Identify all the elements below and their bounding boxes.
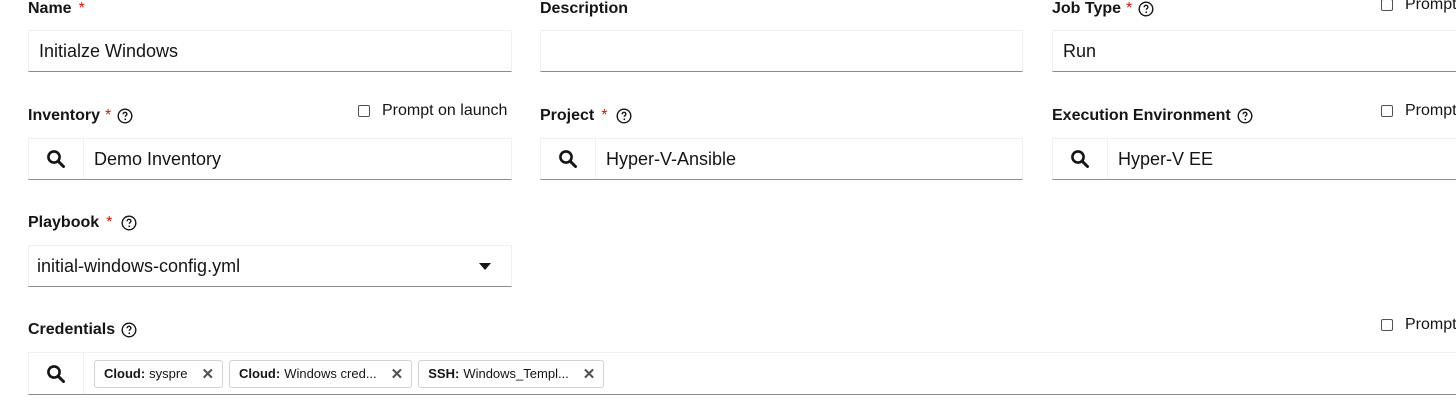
- job-type-label-text: Job Type: [1052, 0, 1122, 17]
- close-icon[interactable]: ✕: [391, 365, 404, 383]
- description-field[interactable]: [540, 30, 1023, 72]
- project-lookup[interactable]: Hyper-V-Ansible: [540, 138, 1023, 180]
- name-label: Name *: [28, 0, 85, 18]
- playbook-label: Playbook *: [28, 214, 137, 232]
- execution-environment-label: Execution Environment: [1052, 107, 1253, 125]
- question-circle-icon[interactable]: [1138, 1, 1154, 17]
- chip-kind: Cloud:: [239, 366, 281, 381]
- job-template-form: Name * Initialze Windows Description Job…: [0, 0, 1456, 410]
- chip-name: Windows cred...: [284, 366, 377, 381]
- playbook-label-text: Playbook: [28, 214, 100, 231]
- job-type-value: Run: [1063, 40, 1097, 61]
- checkbox[interactable]: [1381, 0, 1393, 11]
- search-icon[interactable]: [541, 139, 596, 179]
- inventory-lookup[interactable]: Demo Inventory: [28, 138, 512, 180]
- close-icon[interactable]: ✕: [583, 365, 596, 383]
- required-asterisk: *: [78, 0, 85, 17]
- inventory-prompt-checkbox[interactable]: Prompt on launch: [358, 102, 507, 120]
- description-label: Description: [540, 0, 628, 18]
- search-icon[interactable]: [29, 139, 84, 179]
- inventory-label: Inventory *: [28, 107, 133, 125]
- name-value: Initialze Windows: [39, 40, 179, 61]
- question-circle-icon[interactable]: [1237, 108, 1253, 124]
- search-icon[interactable]: [29, 353, 84, 394]
- credential-chip: Cloud: syspre ✕: [94, 359, 224, 388]
- job-type-label: Job Type *: [1052, 0, 1154, 18]
- chip-name: Windows_Templ...: [463, 366, 569, 381]
- execution-environment-lookup[interactable]: Hyper-V EE: [1052, 138, 1456, 180]
- checkbox[interactable]: [1381, 105, 1393, 117]
- checkbox[interactable]: [358, 105, 370, 117]
- credentials-label: Credentials: [28, 321, 137, 339]
- execution-environment-prompt-checkbox[interactable]: Prompt: [1381, 102, 1456, 120]
- question-circle-icon[interactable]: [117, 108, 133, 124]
- required-asterisk: *: [106, 214, 113, 231]
- chip-kind: Cloud:: [104, 366, 146, 381]
- prompt-on-launch-label: Prompt on launch: [382, 102, 508, 119]
- project-label-text: Project: [540, 107, 595, 124]
- project-label: Project *: [540, 107, 632, 125]
- caret-down-icon[interactable]: [479, 263, 491, 270]
- prompt-label: Prompt: [1405, 0, 1456, 13]
- credentials-label-text: Credentials: [28, 321, 116, 338]
- checkbox[interactable]: [1381, 319, 1393, 331]
- credential-chip: Cloud: Windows cred... ✕: [229, 359, 413, 388]
- job-type-select[interactable]: Run: [1052, 30, 1456, 72]
- name-label-text: Name: [28, 0, 72, 17]
- inventory-label-text: Inventory: [28, 107, 101, 124]
- job-type-prompt-checkbox[interactable]: Prompt: [1381, 0, 1456, 14]
- name-field[interactable]: Initialze Windows: [28, 30, 512, 72]
- required-asterisk: *: [1126, 0, 1133, 17]
- chip-kind: SSH:: [428, 366, 460, 381]
- question-circle-icon[interactable]: [616, 108, 632, 124]
- chip-name: syspre: [149, 366, 188, 381]
- playbook-select[interactable]: initial-windows-config.yml: [28, 245, 512, 287]
- prompt-label: Prompt: [1405, 102, 1456, 119]
- credentials-prompt-checkbox[interactable]: Prompt: [1381, 316, 1456, 334]
- inventory-value: Demo Inventory: [94, 148, 222, 169]
- project-value: Hyper-V-Ansible: [606, 148, 737, 169]
- description-label-text: Description: [540, 0, 629, 17]
- question-circle-icon[interactable]: [121, 215, 137, 231]
- question-circle-icon[interactable]: [121, 322, 137, 338]
- credential-chip: SSH: Windows_Templ... ✕: [418, 359, 605, 388]
- playbook-value: initial-windows-config.yml: [37, 255, 241, 276]
- execution-environment-label-text: Execution Environment: [1052, 107, 1231, 124]
- prompt-label: Prompt: [1405, 316, 1456, 333]
- credential-chip-group: Cloud: syspre ✕ Cloud: Windows cred... ✕…: [88, 359, 605, 388]
- credentials-lookup[interactable]: Cloud: syspre ✕ Cloud: Windows cred... ✕…: [28, 352, 1456, 395]
- required-asterisk: *: [105, 107, 112, 124]
- close-icon[interactable]: ✕: [201, 365, 214, 383]
- search-icon[interactable]: [1053, 139, 1108, 179]
- execution-environment-value: Hyper-V EE: [1118, 148, 1214, 169]
- required-asterisk: *: [601, 107, 608, 124]
